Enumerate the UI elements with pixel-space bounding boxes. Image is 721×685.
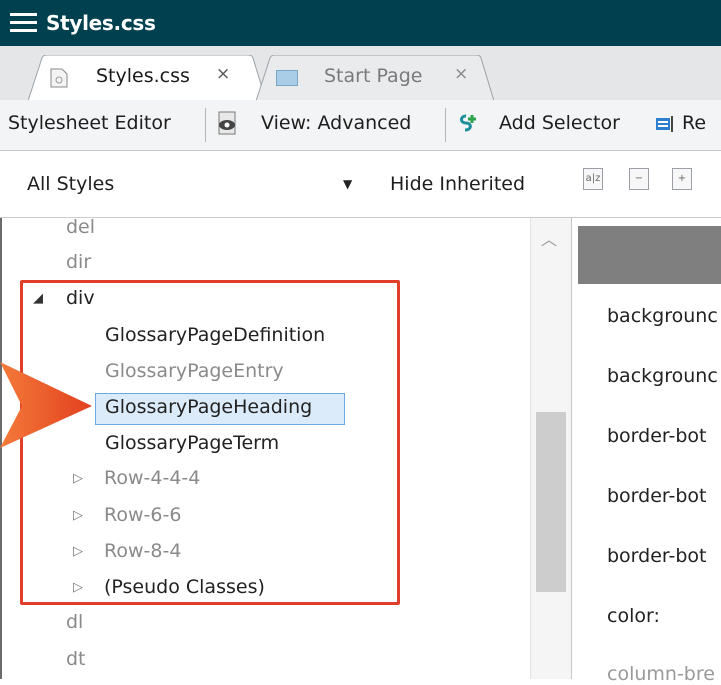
tree-item-dl[interactable]: dl: [66, 611, 83, 633]
property-name[interactable]: backgrounc: [607, 365, 718, 387]
expand-all-icon[interactable]: +: [672, 168, 692, 190]
close-icon[interactable]: ×: [216, 64, 230, 84]
window-title: Styles.css: [46, 11, 156, 35]
property-name[interactable]: border-bot: [607, 485, 707, 507]
collapse-all-icon[interactable]: −: [629, 168, 649, 190]
scroll-up-icon[interactable]: ︿: [541, 226, 557, 250]
tab-start-page[interactable]: Start Page ×: [256, 55, 494, 101]
properties-header: [578, 226, 721, 284]
style-filter-select[interactable]: All Styles: [27, 173, 114, 195]
separator: [205, 108, 206, 142]
close-icon[interactable]: ×: [454, 64, 468, 84]
start-page-icon: [276, 70, 298, 86]
callout-arrow-icon: [0, 362, 92, 448]
menu-icon[interactable]: [10, 13, 37, 33]
sort-icon[interactable]: a|z: [583, 168, 603, 190]
hide-inherited-button[interactable]: Hide Inherited: [390, 173, 525, 195]
property-name[interactable]: backgrounc: [607, 305, 718, 327]
remove-selector-icon[interactable]: [655, 114, 677, 134]
property-name[interactable]: border-bot: [607, 425, 707, 447]
add-selector-icon[interactable]: [458, 113, 480, 135]
chevron-down-icon[interactable]: ▼: [343, 177, 352, 191]
scrollbar-thumb[interactable]: [536, 412, 566, 592]
editor-toolbar: Stylesheet Editor View: Advanced Add Sel…: [0, 100, 721, 151]
tab-label: Styles.css: [96, 65, 190, 87]
remove-selector-button[interactable]: Re: [682, 112, 706, 134]
tree-item-dir[interactable]: dir: [66, 251, 91, 273]
tree-item-dt[interactable]: dt: [66, 648, 86, 670]
view-mode-button[interactable]: View: Advanced: [261, 112, 411, 134]
filter-toolbar: All Styles ▼ Hide Inherited a|z − +: [0, 151, 721, 218]
add-selector-button[interactable]: Add Selector: [499, 112, 620, 134]
title-bar: Styles.css: [0, 0, 721, 46]
tab-styles-css[interactable]: Styles.css ×: [28, 55, 266, 101]
property-name[interactable]: color:: [607, 605, 660, 627]
tree-item-del[interactable]: del: [66, 216, 95, 238]
property-name[interactable]: column-bre: [607, 663, 715, 685]
css-file-icon: [50, 68, 68, 88]
tab-strip: Styles.css × Start Page ×: [0, 46, 721, 101]
editor-label: Stylesheet Editor: [8, 112, 171, 134]
tab-label: Start Page: [324, 65, 423, 87]
property-name[interactable]: border-bot: [607, 545, 707, 567]
view-icon[interactable]: [215, 111, 239, 137]
separator: [445, 108, 446, 142]
